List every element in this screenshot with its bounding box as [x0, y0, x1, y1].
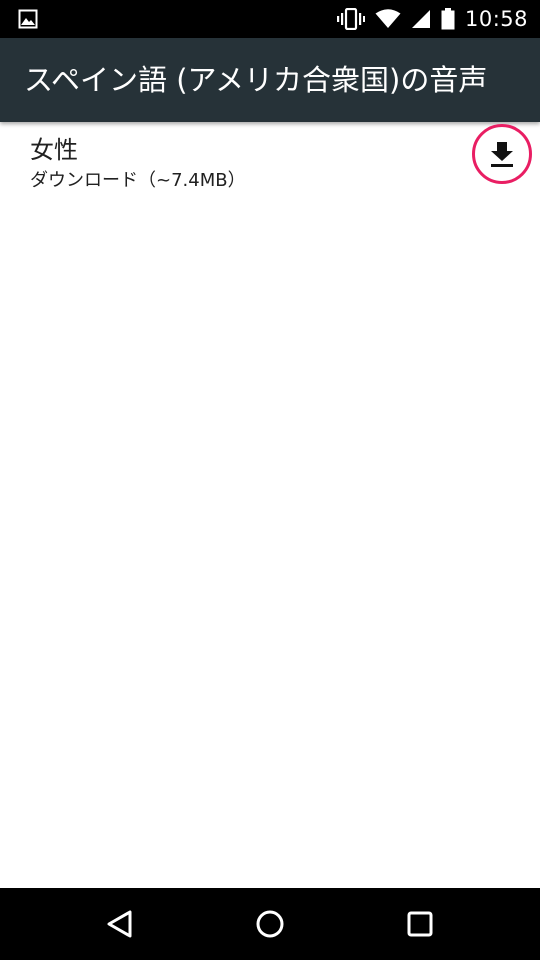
wifi-icon: [375, 9, 401, 28]
navigation-bar: [0, 888, 540, 960]
status-bar: 10:58: [0, 0, 540, 38]
voice-download-size: ダウンロード（~7.4MB）: [30, 170, 246, 191]
page-title: スペイン語 (アメリカ合衆国)の音声: [24, 63, 488, 97]
cell-signal-icon: [411, 10, 430, 28]
status-time: 10:58: [464, 7, 528, 31]
download-button[interactable]: [472, 124, 532, 184]
voice-list: 女性 ダウンロード（~7.4MB）: [0, 122, 540, 198]
back-button[interactable]: [75, 888, 165, 960]
voice-title: 女性: [30, 136, 78, 164]
image-notification-icon: [18, 9, 38, 29]
voice-list-item[interactable]: 女性 ダウンロード（~7.4MB）: [0, 122, 540, 198]
home-icon: [256, 910, 284, 938]
home-button[interactable]: [225, 888, 315, 960]
app-bar: スペイン語 (アメリカ合衆国)の音声: [0, 38, 540, 122]
screen: 10:58 スペイン語 (アメリカ合衆国)の音声 女性 ダウンロード（~7.4M…: [0, 0, 540, 960]
battery-icon: [441, 8, 455, 30]
status-icons: 10:58: [336, 0, 528, 38]
recents-button[interactable]: [375, 888, 465, 960]
back-icon: [107, 910, 132, 938]
download-icon: [491, 142, 513, 167]
notification-area: [18, 9, 38, 33]
recents-icon: [407, 911, 433, 937]
vibrate-icon: [336, 8, 365, 30]
